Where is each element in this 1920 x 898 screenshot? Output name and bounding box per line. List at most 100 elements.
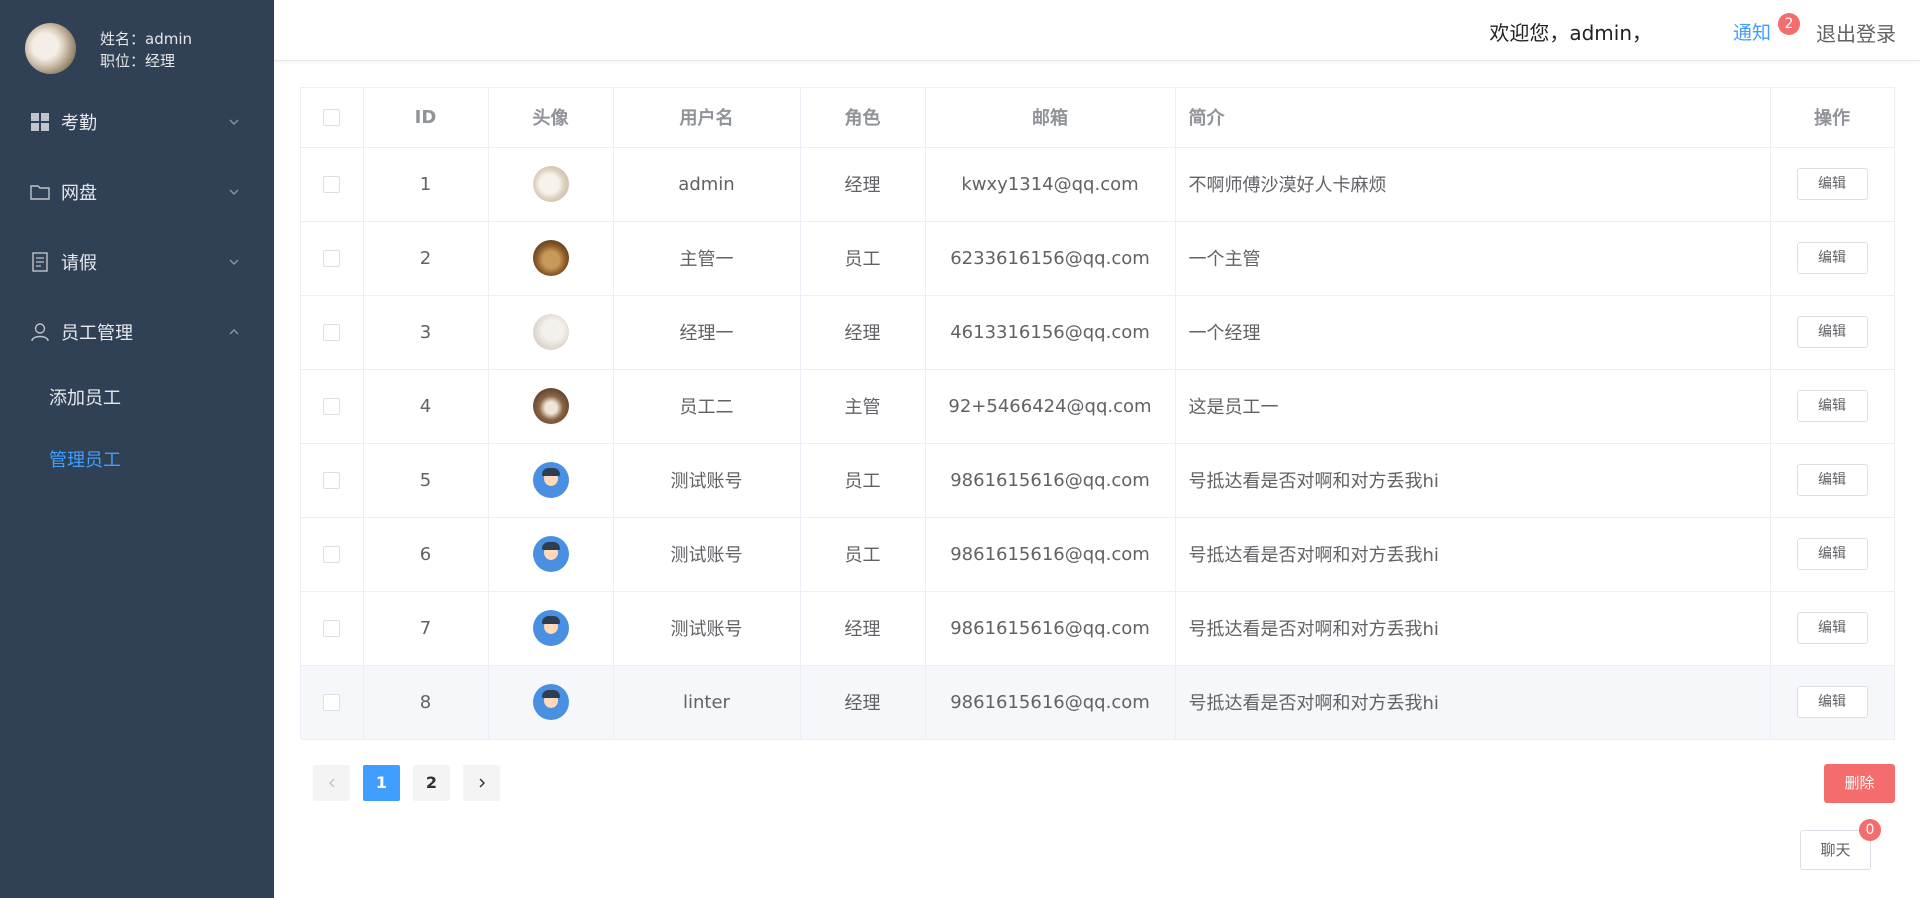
edit-button[interactable]: 编辑: [1796, 538, 1868, 570]
row-select-cell: [301, 295, 364, 370]
cell-role: 经理: [800, 665, 926, 740]
cell-username: 测试账号: [613, 443, 801, 518]
cell-username: 员工二: [613, 369, 801, 444]
column-header-avatar: 头像: [488, 88, 614, 148]
edit-button[interactable]: 编辑: [1796, 464, 1868, 496]
delete-button[interactable]: 删除: [1824, 764, 1895, 803]
cell-actions: 编辑: [1770, 147, 1895, 222]
profile-name: 姓名：admin: [100, 30, 192, 48]
cell-id: 2: [363, 221, 489, 296]
cell-id: 8: [363, 665, 489, 740]
sidebar-subitem-add-employee[interactable]: 添加员工: [0, 372, 274, 422]
folder-icon: [30, 185, 50, 200]
cell-email: 9861615616@qq.com: [925, 443, 1176, 518]
cell-intro: 一个经理: [1175, 295, 1771, 370]
avatar: [532, 388, 569, 424]
cell-email: 9861615616@qq.com: [925, 665, 1176, 740]
chevron-left-icon: [328, 778, 334, 788]
cell-role: 员工: [800, 443, 926, 518]
grid-icon: [31, 113, 49, 131]
sidebar-item-employee-management[interactable]: 员工管理: [0, 304, 274, 360]
cell-intro: 号抵达看是否对啊和对方丢我hi: [1175, 665, 1771, 740]
cell-avatar: [488, 443, 614, 518]
user-profile: 姓名：admin 职位：经理: [25, 23, 275, 77]
sidebar-item-attendance[interactable]: 考勤: [0, 94, 274, 150]
avatar: [532, 462, 569, 498]
sidebar: 姓名：admin 职位：经理 考勤 网盘 请假 员工管理 添加员工 管理员工: [0, 0, 274, 898]
row-checkbox[interactable]: [323, 546, 341, 563]
column-header-id: ID: [363, 88, 489, 148]
cell-avatar: [488, 295, 614, 370]
sidebar-subitem-label: 管理员工: [49, 450, 121, 471]
chevron-down-icon: [229, 259, 239, 265]
cell-username: 主管一: [613, 221, 801, 296]
logout-link[interactable]: 退出登录: [1816, 18, 1896, 47]
avatar: [532, 610, 569, 646]
cell-actions: 编辑: [1770, 443, 1895, 518]
column-header-actions: 操作: [1770, 88, 1895, 148]
cell-id: 6: [363, 517, 489, 592]
cell-role: 经理: [800, 147, 926, 222]
cell-email: kwxy1314@qq.com: [925, 147, 1176, 222]
edit-button[interactable]: 编辑: [1796, 612, 1868, 644]
table-row: 1 admin 经理 kwxy1314@qq.com 不啊师傅沙漠好人卡麻烦 编…: [301, 147, 1895, 222]
row-checkbox[interactable]: [323, 620, 341, 637]
row-select-cell: [301, 665, 364, 740]
edit-button[interactable]: 编辑: [1796, 168, 1868, 200]
edit-button[interactable]: 编辑: [1796, 242, 1868, 274]
select-all-checkbox[interactable]: [323, 109, 341, 127]
row-checkbox[interactable]: [323, 472, 341, 489]
cell-actions: 编辑: [1770, 221, 1895, 296]
table-header-row: ID 头像 用户名 角色 邮箱 简介 操作: [301, 88, 1895, 148]
cell-role: 经理: [800, 591, 926, 666]
sidebar-subitem-manage-employee[interactable]: 管理员工: [0, 434, 274, 484]
cell-username: 经理一: [613, 295, 801, 370]
table-row: 2 主管一 员工 6233616156@qq.com 一个主管 编辑: [301, 221, 1895, 296]
sidebar-item-leave[interactable]: 请假: [0, 234, 274, 290]
user-icon: [31, 323, 49, 342]
edit-button[interactable]: 编辑: [1796, 316, 1868, 348]
cell-actions: 编辑: [1770, 517, 1895, 592]
row-checkbox[interactable]: [323, 324, 341, 341]
prev-page-button[interactable]: [313, 765, 350, 801]
cell-id: 3: [363, 295, 489, 370]
row-select-cell: [301, 591, 364, 666]
chevron-down-icon: [229, 189, 239, 195]
cell-email: 9861615616@qq.com: [925, 591, 1176, 666]
sidebar-item-label: 网盘: [61, 183, 97, 204]
sidebar-item-label: 请假: [61, 253, 97, 274]
cell-actions: 编辑: [1770, 591, 1895, 666]
row-select-cell: [301, 369, 364, 444]
notice-count-badge: 2: [1778, 13, 1800, 35]
cell-email: 6233616156@qq.com: [925, 221, 1176, 296]
cell-avatar: [488, 147, 614, 222]
cell-username: admin: [613, 147, 801, 222]
column-header-intro: 简介: [1175, 88, 1771, 148]
cell-intro: 这是员工一: [1175, 369, 1771, 444]
cell-email: 4613316156@qq.com: [925, 295, 1176, 370]
cell-intro: 号抵达看是否对啊和对方丢我hi: [1175, 443, 1771, 518]
avatar: [532, 314, 569, 350]
row-checkbox[interactable]: [323, 398, 341, 415]
cell-username: 测试账号: [613, 591, 801, 666]
edit-button[interactable]: 编辑: [1796, 390, 1868, 422]
cell-role: 主管: [800, 369, 926, 444]
cell-avatar: [488, 591, 614, 666]
edit-button[interactable]: 编辑: [1796, 686, 1868, 718]
page-button-1[interactable]: 1: [363, 765, 400, 801]
cell-intro: 号抵达看是否对啊和对方丢我hi: [1175, 517, 1771, 592]
row-checkbox[interactable]: [323, 694, 341, 711]
cell-role: 员工: [800, 221, 926, 296]
cell-actions: 编辑: [1770, 665, 1895, 740]
cell-avatar: [488, 369, 614, 444]
row-checkbox[interactable]: [323, 176, 341, 193]
notice-link[interactable]: 通知: [1733, 18, 1771, 45]
sidebar-item-netdisk[interactable]: 网盘: [0, 164, 274, 220]
table-row: 7 测试账号 经理 9861615616@qq.com 号抵达看是否对啊和对方丢…: [301, 591, 1895, 666]
page-button-2[interactable]: 2: [413, 765, 450, 801]
chevron-up-icon: [229, 329, 239, 335]
next-page-button[interactable]: [463, 765, 500, 801]
avatar: [25, 23, 76, 74]
row-checkbox[interactable]: [323, 250, 341, 267]
cell-intro: 号抵达看是否对啊和对方丢我hi: [1175, 591, 1771, 666]
